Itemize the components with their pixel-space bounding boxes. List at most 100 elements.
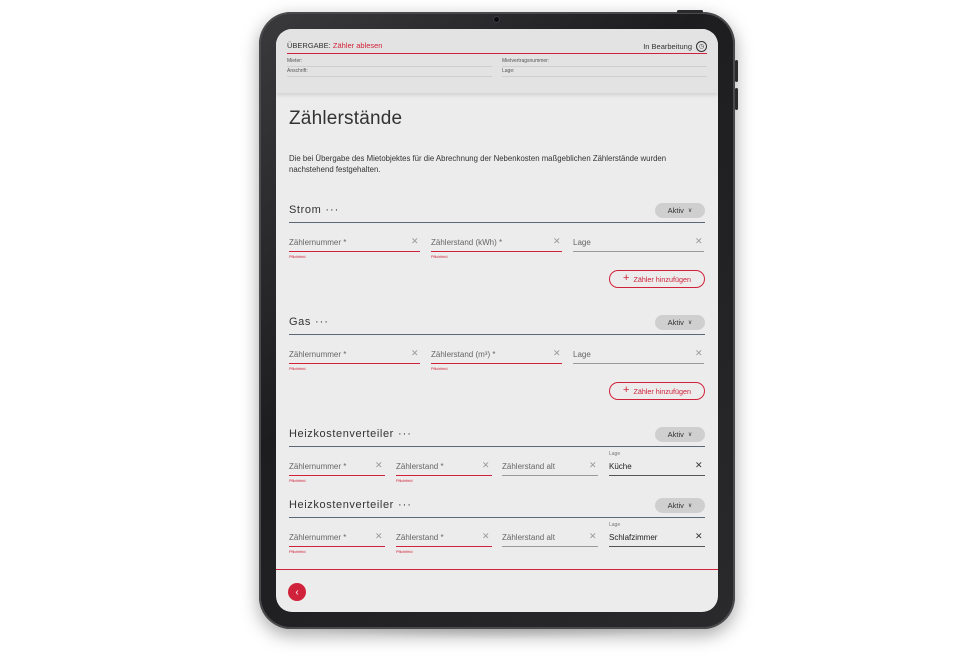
zaehlernummer-input[interactable]: Zählernummer * <box>289 533 346 542</box>
clear-icon[interactable]: ✕ <box>375 460 383 471</box>
clear-icon[interactable]: ✕ <box>589 531 597 542</box>
input-underline <box>289 475 385 476</box>
status-dropdown[interactable]: Aktiv ∨ <box>655 427 705 442</box>
mietvertrag-label: Mietvertragsnummer: <box>502 58 550 64</box>
chevron-down-icon: ∨ <box>687 208 693 214</box>
handover-prefix: ÜBERGABE: <box>287 41 331 50</box>
input-underline <box>502 475 598 476</box>
clear-icon[interactable]: ✕ <box>695 460 703 471</box>
header-row: ÜBERGABE: Zähler ablesen In Bearbeitung … <box>287 38 707 52</box>
zaehlernummer-input[interactable]: Zählernummer * <box>289 350 346 359</box>
section-divider <box>289 334 705 335</box>
zaehlernummer-input[interactable]: Zählernummer * <box>289 238 346 247</box>
status-dropdown[interactable]: Aktiv ∨ <box>655 315 705 330</box>
zaehlerstand-input[interactable]: Zählerstand (m³) * <box>431 350 495 359</box>
input-underline <box>573 363 704 364</box>
input-underline <box>396 475 492 476</box>
section-title-strom[interactable]: Strom ··· <box>289 204 339 216</box>
plus-icon: + <box>623 384 630 396</box>
lage-field-label: Lage <box>609 522 621 528</box>
status-indicator: In Bearbeitung ◷ <box>643 41 707 52</box>
section-title-heizkostenverteiler[interactable]: Heizkostenverteiler ··· <box>289 428 412 440</box>
handover-action: Zähler ablesen <box>332 41 383 50</box>
section-name: Gas <box>289 316 311 328</box>
mieter-label: Mieter: <box>287 58 303 64</box>
section-divider <box>289 446 705 447</box>
lage-input[interactable]: Lage <box>573 350 591 359</box>
lage-input[interactable]: Schlafzimmer <box>609 533 657 542</box>
clear-icon[interactable]: ✕ <box>553 236 561 247</box>
clear-icon[interactable]: ✕ <box>695 531 703 542</box>
input-underline <box>609 546 705 547</box>
add-meter-button[interactable]: + Zähler hinzufügen <box>609 270 705 288</box>
progress-icon: ◷ <box>696 41 707 52</box>
lage-input[interactable]: Lage <box>573 238 591 247</box>
required-hint: Pflichtfeld <box>289 479 306 483</box>
zaehlerstand-alt-input[interactable]: Zählerstand alt <box>502 533 555 542</box>
input-underline <box>289 363 420 364</box>
app-screen: ÜBERGABE: Zähler ablesen In Bearbeitung … <box>276 29 718 612</box>
input-underline <box>573 251 704 252</box>
back-button[interactable]: ‹ <box>288 583 306 601</box>
section-title-gas[interactable]: Gas ··· <box>289 316 329 328</box>
status-dropdown[interactable]: Aktiv ∨ <box>655 498 705 513</box>
handover-breadcrumb: ÜBERGABE: Zähler ablesen <box>287 41 382 50</box>
zaehlerstand-alt-input[interactable]: Zählerstand alt <box>502 462 555 471</box>
clear-icon[interactable]: ✕ <box>695 348 703 359</box>
chevron-down-icon: ∨ <box>687 320 693 326</box>
clear-icon[interactable]: ✕ <box>411 236 419 247</box>
add-meter-label: Zähler hinzufügen <box>633 274 691 284</box>
required-hint: Pflichtfeld <box>289 255 306 259</box>
zaehlernummer-input[interactable]: Zählernummer * <box>289 462 346 471</box>
status-dropdown-label: Aktiv <box>667 430 684 439</box>
lage-input[interactable]: Küche <box>609 462 632 471</box>
required-hint: Pflichtfeld <box>431 367 448 371</box>
status-dropdown-label: Aktiv <box>667 206 684 215</box>
meta-divider <box>502 66 707 67</box>
clear-icon[interactable]: ✕ <box>482 531 490 542</box>
required-hint: Pflichtfeld <box>396 550 413 554</box>
status-text: In Bearbeitung <box>643 42 692 51</box>
lage-label: Lage: <box>502 68 515 74</box>
plus-icon: + <box>623 272 630 284</box>
power-button <box>677 10 703 13</box>
section-divider <box>289 517 705 518</box>
camera <box>494 17 499 22</box>
header-divider <box>287 53 707 54</box>
zaehlerstand-input[interactable]: Zählerstand * <box>396 533 444 542</box>
section-title-heizkostenverteiler[interactable]: Heizkostenverteiler ··· <box>289 499 412 511</box>
more-icon[interactable]: ··· <box>398 428 412 440</box>
clear-icon[interactable]: ✕ <box>589 460 597 471</box>
add-meter-button[interactable]: + Zähler hinzufügen <box>609 382 705 400</box>
clear-icon[interactable]: ✕ <box>553 348 561 359</box>
clear-icon[interactable]: ✕ <box>482 460 490 471</box>
clear-icon[interactable]: ✕ <box>375 531 383 542</box>
zaehlerstand-input[interactable]: Zählerstand (kWh) * <box>431 238 502 247</box>
chevron-left-icon: ‹ <box>295 586 299 598</box>
meta-divider <box>502 76 707 77</box>
more-icon[interactable]: ··· <box>398 499 412 511</box>
clear-icon[interactable]: ✕ <box>695 236 703 247</box>
volume-button <box>735 60 738 82</box>
status-dropdown[interactable]: Aktiv ∨ <box>655 203 705 218</box>
more-icon[interactable]: ··· <box>315 316 329 328</box>
add-meter-label: Zähler hinzufügen <box>633 386 691 396</box>
chevron-down-icon: ∨ <box>687 503 693 509</box>
footer-divider <box>276 569 718 570</box>
volume-button <box>735 88 738 110</box>
input-underline <box>431 363 562 364</box>
input-underline <box>289 546 385 547</box>
lage-field-label: Lage <box>609 451 621 457</box>
anschrift-label: Anschrift: <box>287 68 308 74</box>
zaehlerstand-input[interactable]: Zählerstand * <box>396 462 444 471</box>
chevron-down-icon: ∨ <box>687 432 693 438</box>
input-underline <box>396 546 492 547</box>
meta-divider <box>287 66 492 67</box>
more-icon[interactable]: ··· <box>325 204 339 216</box>
required-hint: Pflichtfeld <box>431 255 448 259</box>
input-underline <box>431 251 562 252</box>
clear-icon[interactable]: ✕ <box>411 348 419 359</box>
status-dropdown-label: Aktiv <box>667 318 684 327</box>
status-dropdown-label: Aktiv <box>667 501 684 510</box>
input-underline <box>289 251 420 252</box>
